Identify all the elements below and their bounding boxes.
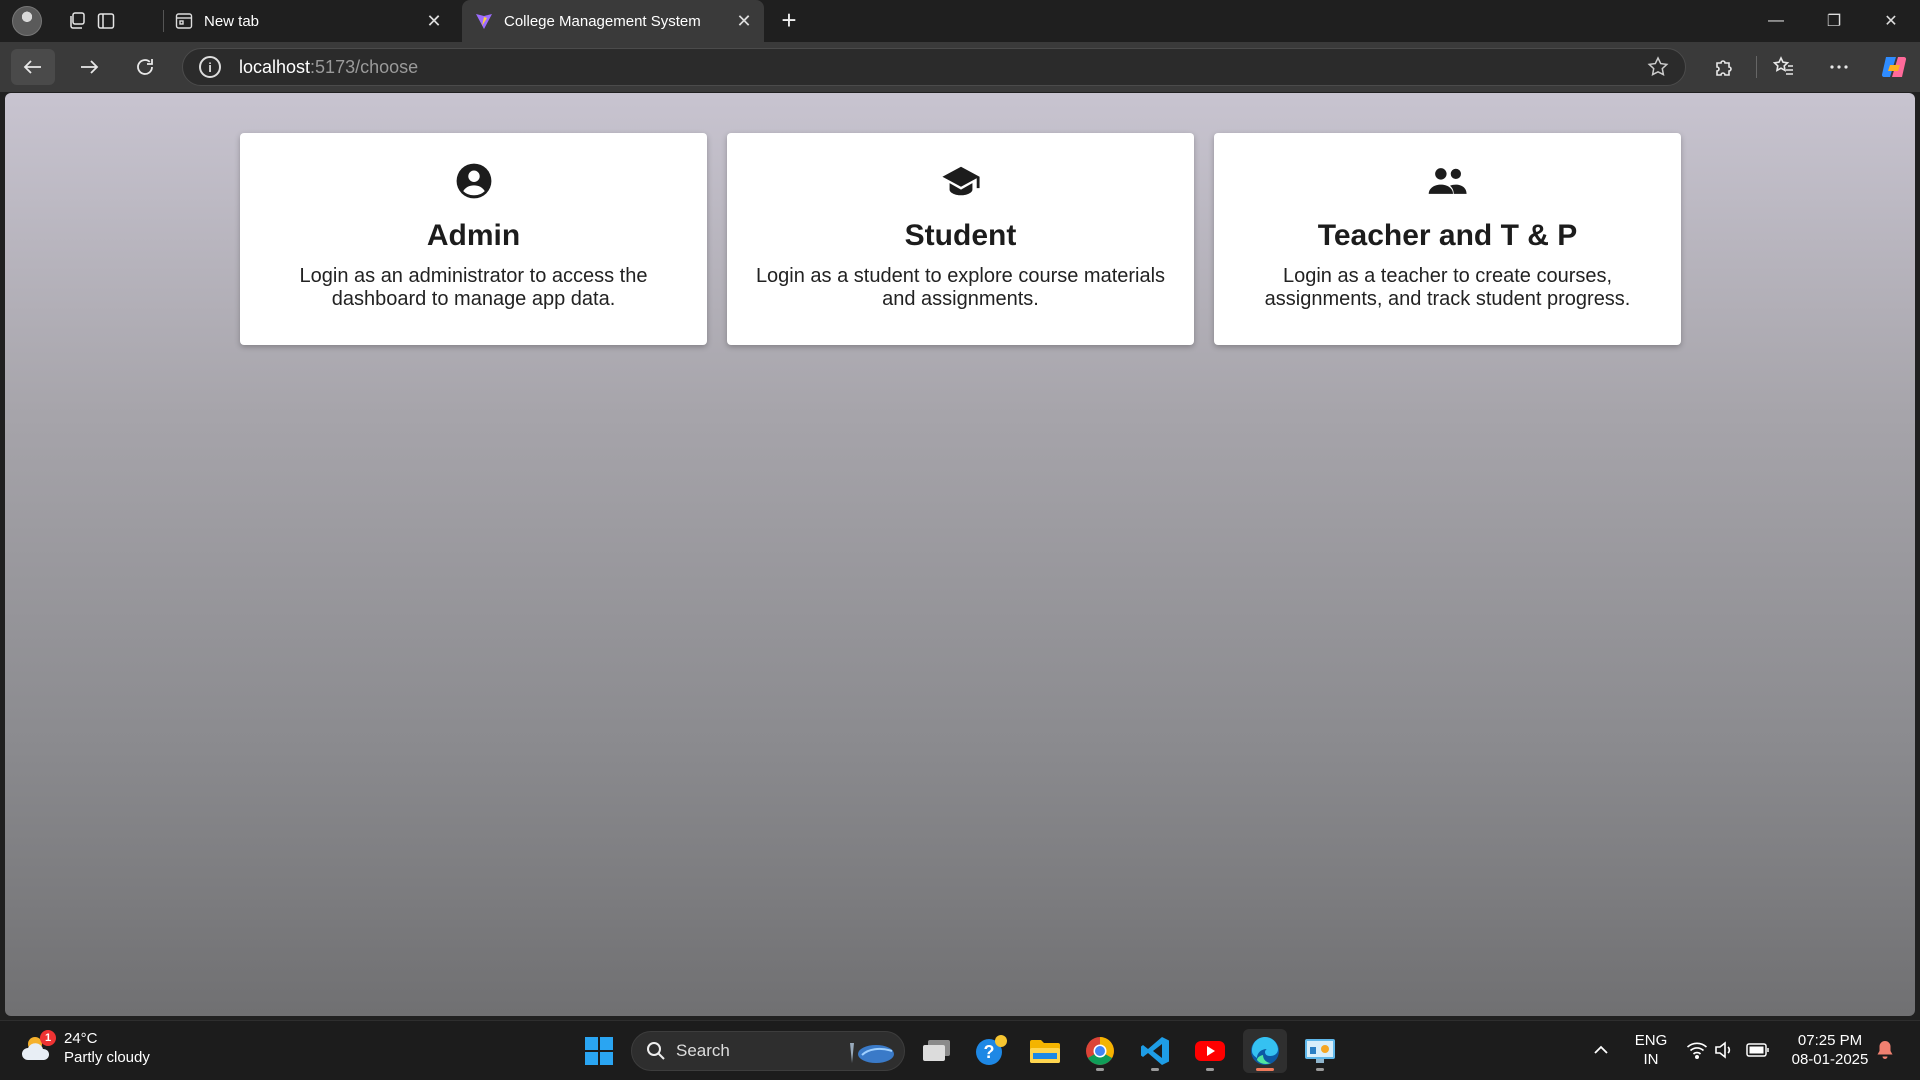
url-text[interactable]: localhost:5173/choose [239,57,418,78]
people-icon [1428,161,1468,201]
folder-icon [1030,1040,1060,1063]
vscode-app[interactable] [1133,1029,1177,1073]
more-options-button[interactable] [1817,49,1861,85]
puzzle-icon [1716,60,1732,76]
tab-new-tab[interactable]: New tab ✕ [162,0,454,42]
new-tab-icon [174,11,194,31]
new-tab-button[interactable]: + [774,6,804,36]
toolbar-separator [1756,56,1757,78]
arrow-left-icon [23,60,41,74]
back-button[interactable] [11,49,55,85]
refresh-button[interactable] [123,49,167,85]
card-title: Student [904,219,1017,252]
task-view-button[interactable] [915,1029,959,1073]
tab-college-management[interactable]: College Management System ✕ [462,0,764,42]
get-help-app[interactable]: ? [969,1029,1013,1073]
forward-button[interactable] [67,49,111,85]
card-title: Admin [426,219,521,252]
file-explorer-app[interactable] [1023,1029,1067,1073]
copilot-button[interactable] [1872,49,1916,85]
clock[interactable]: 07:25 PM 08-01-2025 [1782,1031,1878,1069]
running-indicator [1151,1068,1159,1071]
youtube-app[interactable] [1188,1029,1232,1073]
tab-title: New tab [204,12,260,30]
search-label: Search [676,1041,730,1060]
chrome-icon [1086,1037,1114,1065]
svg-text:?: ? [984,1042,995,1062]
vite-logo-icon [474,11,494,31]
teacher-login-card[interactable]: Teacher and T & P Login as a teacher to … [1214,133,1681,345]
ellipsis-icon [1830,65,1848,69]
weather-condition: Partly cloudy [64,1049,150,1066]
extensions-button[interactable] [1702,49,1746,85]
search-icon [647,1042,665,1060]
page-viewport: Admin Login as an administrator to acces… [5,93,1915,1016]
active-indicator [1256,1068,1274,1071]
clock-time: 07:25 PM [1797,1032,1863,1049]
help-icon: ? [976,1035,1007,1065]
weather-widget[interactable]: 1 24°C Partly cloudy [20,1029,150,1067]
notification-bell-icon[interactable] [1876,1040,1894,1065]
graduation-cap-icon [941,161,981,201]
running-indicator [1096,1068,1104,1071]
chrome-app[interactable] [1078,1029,1122,1073]
wifi-icon[interactable] [1686,1041,1708,1064]
control-panel-app[interactable] [1298,1029,1342,1073]
language-indicator[interactable]: ENG IN [1630,1031,1672,1069]
role-selection-cards: Admin Login as an administrator to acces… [240,133,1682,345]
card-description: Login as an administrator to access the … [299,265,648,310]
student-login-card[interactable]: Student Login as a student to explore co… [727,133,1194,345]
close-tab-icon[interactable]: ✕ [730,7,758,35]
show-hidden-icons-chevron-icon[interactable] [1592,1041,1610,1064]
arrow-right-icon [81,60,99,74]
running-indicator [1206,1068,1214,1071]
minimize-button[interactable]: — [1747,0,1805,42]
close-window-button[interactable]: ✕ [1862,0,1920,42]
task-view-icon [923,1040,950,1061]
card-title: Teacher and T & P [1317,219,1578,252]
browser-toolbar: i localhost:5173/choose [0,42,1920,92]
windows-taskbar: 1 24°C Partly cloudy Search ? ENG IN 07:… [0,1020,1920,1080]
weather-temperature: 24°C [64,1030,98,1047]
favorites-list-icon [1773,56,1793,75]
taskbar-search[interactable]: Search [631,1031,905,1071]
site-info-icon[interactable]: i [199,56,221,78]
close-tab-icon[interactable]: ✕ [420,7,448,35]
youtube-icon [1195,1041,1225,1061]
copilot-icon [1881,56,1907,78]
address-bar[interactable]: i localhost:5173/choose [182,48,1686,86]
card-description: Login as a teacher to create courses, as… [1264,265,1631,310]
card-description: Login as a student to explore course mat… [755,265,1166,310]
volume-icon[interactable] [1714,1041,1734,1064]
restore-button[interactable]: ❐ [1805,0,1863,42]
search-highlight-icon [850,1043,894,1063]
tab-title: College Management System [504,12,701,30]
running-indicator [1316,1068,1324,1071]
partly-cloudy-icon: 1 [20,1030,56,1066]
profile-avatar[interactable] [12,6,42,36]
edge-app[interactable] [1243,1029,1287,1073]
control-panel-icon [1305,1039,1335,1063]
start-button[interactable] [577,1029,621,1073]
windows-logo-icon [585,1037,613,1065]
account-circle-icon [454,161,494,201]
vertical-tabs-icon[interactable] [91,6,121,36]
clock-date: 08-01-2025 [1791,1051,1869,1068]
favorite-star-icon[interactable] [1647,56,1669,83]
vscode-icon [1141,1037,1169,1065]
favorites-button[interactable] [1762,49,1806,85]
admin-login-card[interactable]: Admin Login as an administrator to acces… [240,133,707,345]
edge-icon [1251,1036,1279,1065]
notification-badge: 1 [40,1030,56,1046]
browser-title-bar: New tab ✕ College Management System ✕ + … [0,0,1920,42]
workspaces-icon[interactable] [62,6,92,36]
refresh-icon [137,59,153,75]
battery-icon[interactable] [1746,1042,1770,1063]
